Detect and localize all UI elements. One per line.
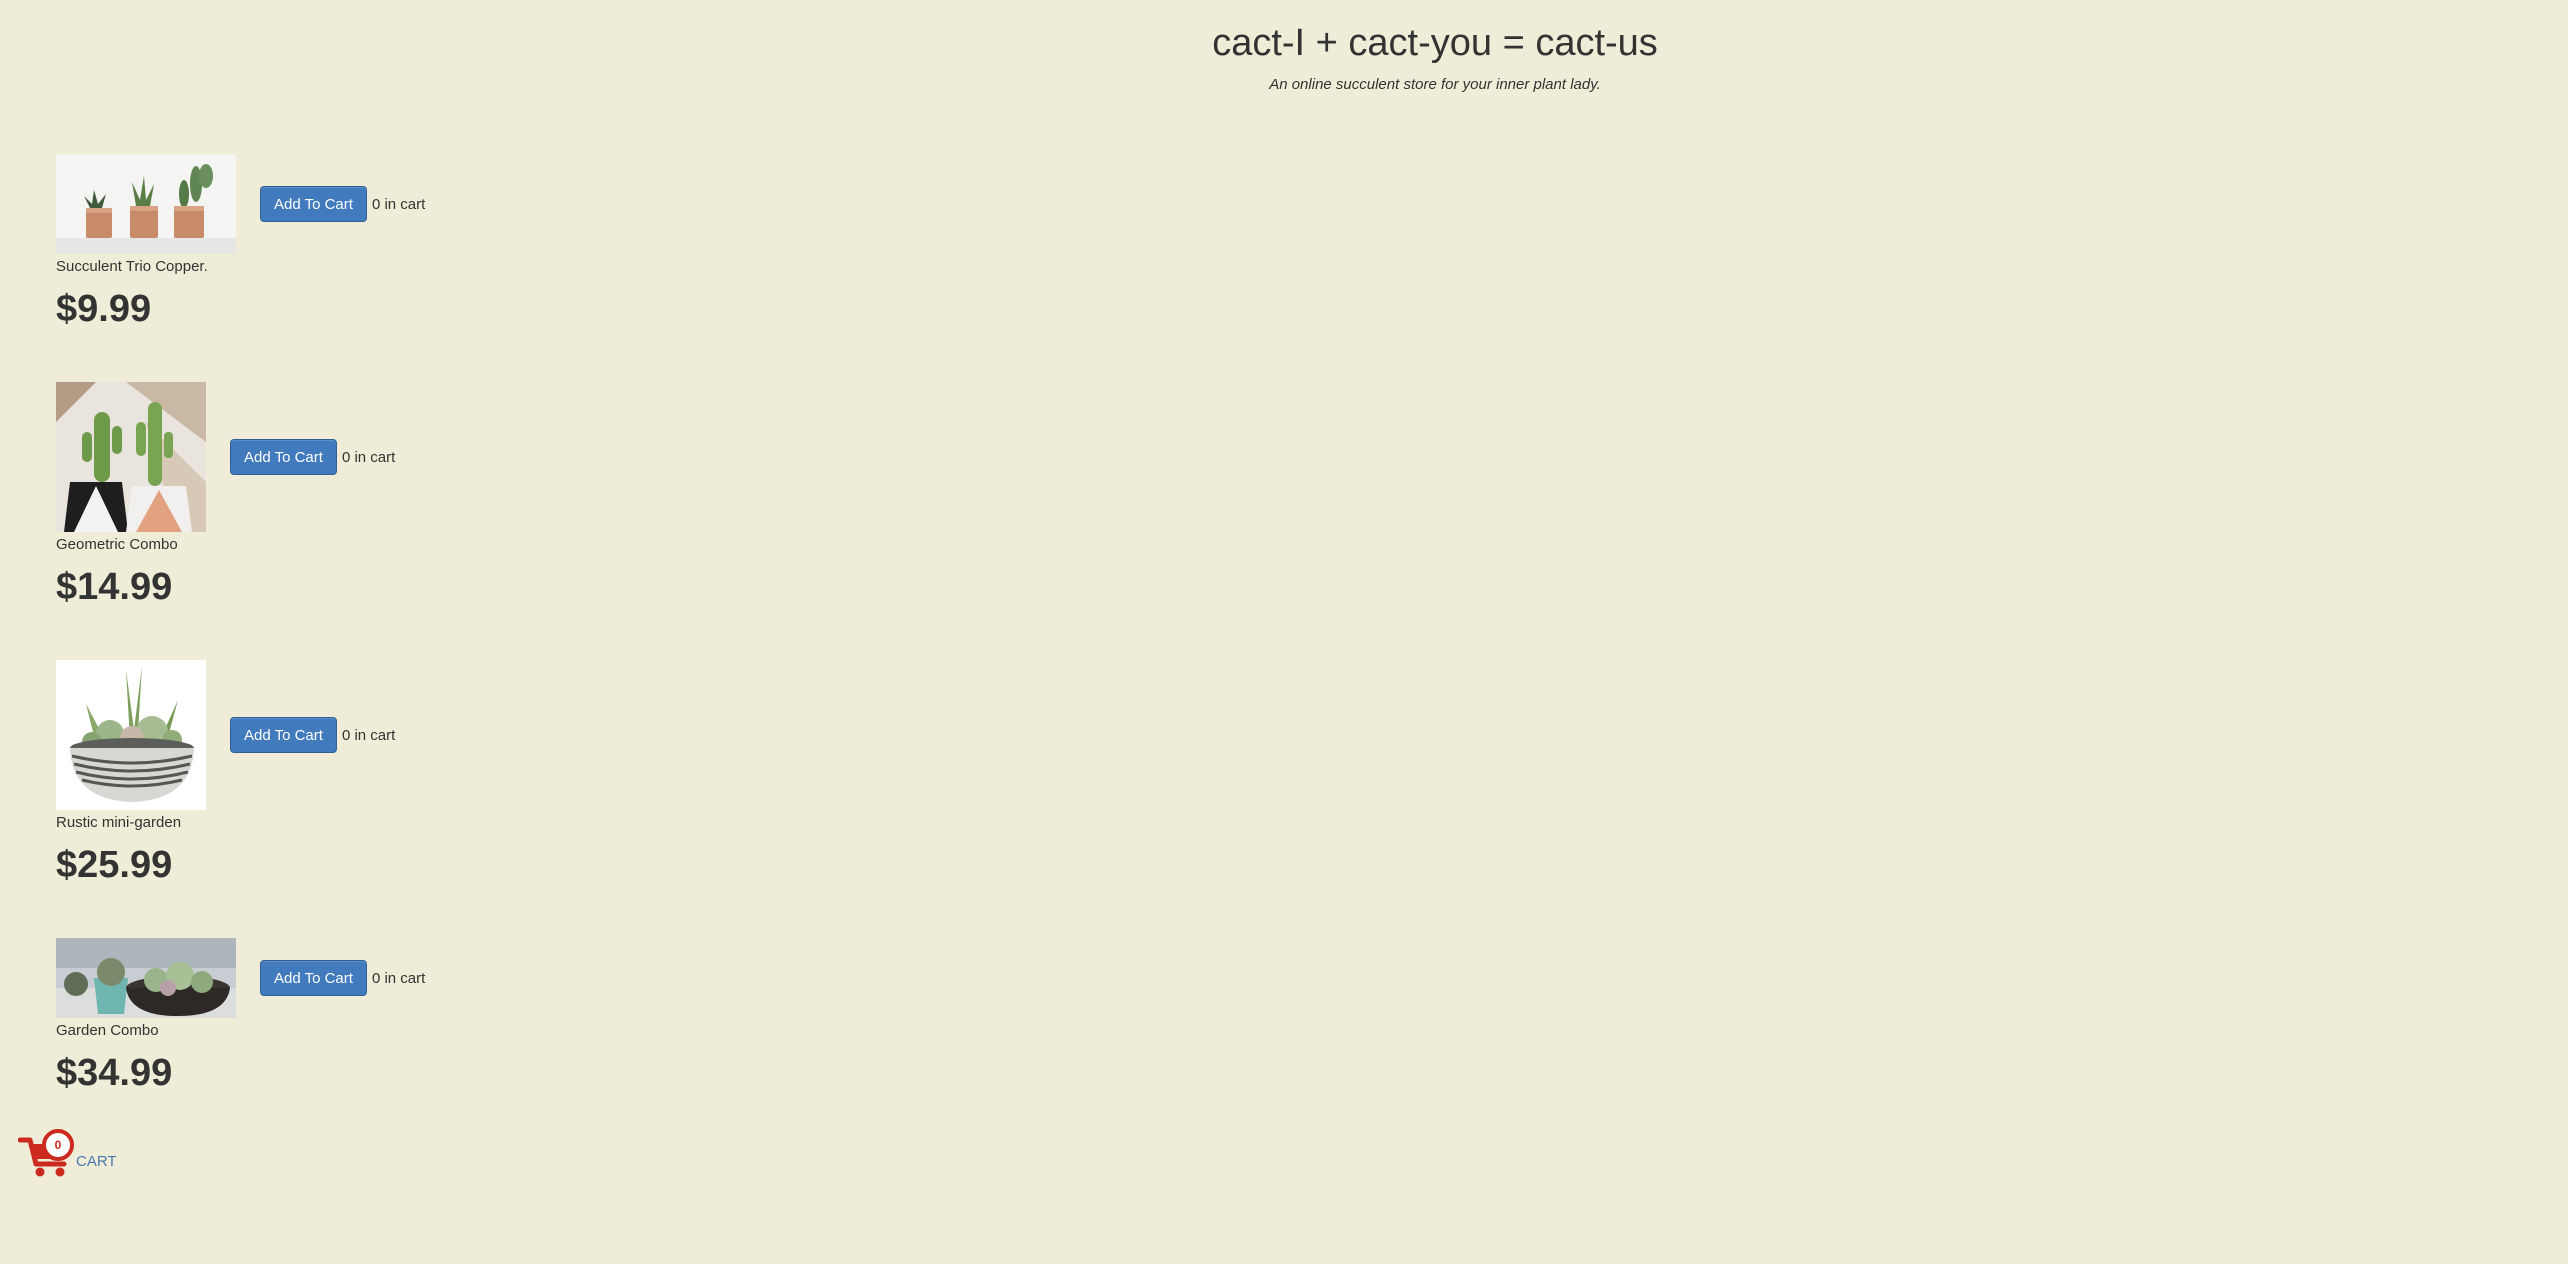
geometric-combo-image [56,382,206,532]
product-card: Add To Cart 0 in cart Geometric Combo $1… [56,382,395,609]
product-price: $14.99 [56,566,173,608]
rustic-mini-garden-image [56,660,206,810]
product-price: $34.99 [56,1052,173,1094]
cart-link[interactable]: CART [76,1153,117,1170]
cart-quantity: 0 in cart [341,726,396,744]
product-name: Succulent Trio Copper. [56,258,208,275]
product-name: Rustic mini-garden [56,814,182,831]
cart-quantity: 0 in cart [341,448,396,466]
product-image-geometric-combo[interactable] [56,382,206,532]
product-image-rustic-mini-garden[interactable] [56,660,206,810]
product-price: $25.99 [56,844,173,886]
product-image-garden-combo[interactable] [56,938,236,1018]
add-to-cart-button[interactable]: Add To Cart [230,717,337,753]
product-card: Add To Cart 0 in cart Garden Combo $34.9… [56,938,425,1095]
cart-quantity: 0 in cart [371,969,426,987]
cart-icon-container[interactable]: 0 [17,1126,74,1178]
add-to-cart-button[interactable]: Add To Cart [230,439,337,475]
cart-count-badge: 0 [42,1129,74,1161]
product-name: Garden Combo [56,1022,159,1039]
page-subtitle: An online succulent store for your inner… [1269,76,1601,93]
product-price: $9.99 [56,288,152,330]
product-name: Geometric Combo [56,536,178,553]
add-to-cart-button[interactable]: Add To Cart [260,186,367,222]
product-image-succulent-trio[interactable] [56,154,236,254]
garden-combo-image [56,938,236,1018]
cart-quantity: 0 in cart [371,195,426,213]
product-card: Add To Cart 0 in cart Succulent Trio Cop… [56,154,425,331]
page-title: cact-I + cact-you = cact-us [1212,22,1658,64]
product-card: Add To Cart 0 in cart Rustic mini-garden… [56,660,395,887]
add-to-cart-button[interactable]: Add To Cart [260,960,367,996]
succulent-trio-image [56,154,236,254]
cart-widget[interactable]: 0 CART [17,1126,117,1178]
